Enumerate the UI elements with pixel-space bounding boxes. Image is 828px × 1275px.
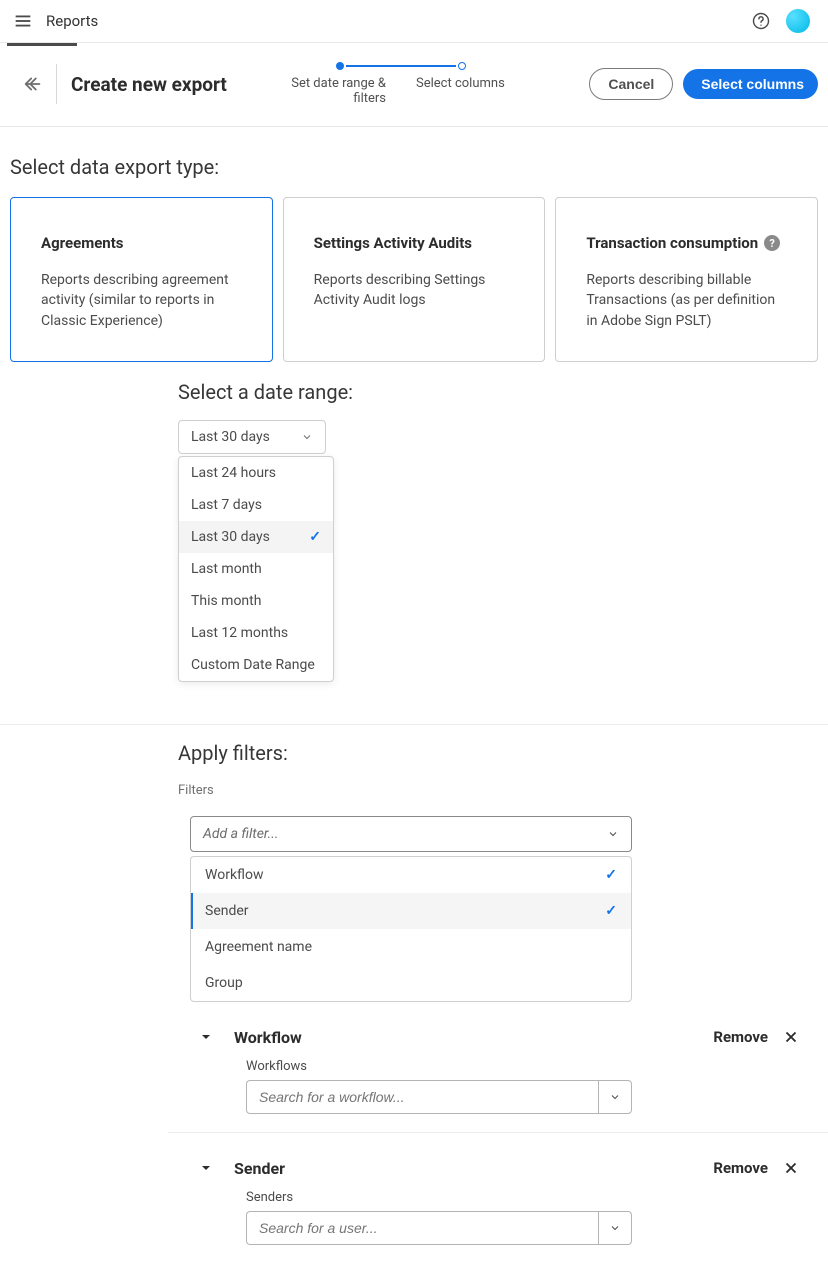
card-agreements[interactable]: Agreements Reports describing agreement … <box>10 197 273 362</box>
check-icon: ✓ <box>605 867 617 883</box>
topbar: Reports <box>0 0 828 43</box>
export-type-title: Select data export type: <box>10 155 818 179</box>
option-label: Last 24 hours <box>191 465 276 481</box>
date-option-last-7-days[interactable]: Last 7 days <box>179 489 333 521</box>
filter-name: Workflow <box>234 1028 302 1047</box>
back-arrow-icon[interactable] <box>18 69 48 99</box>
close-icon[interactable] <box>782 1028 800 1046</box>
step1-label: Set date range & filters <box>271 76 386 106</box>
date-range-title: Select a date range: <box>178 380 818 404</box>
remove-filter-button[interactable]: Remove <box>713 1159 768 1177</box>
option-label: This month <box>191 593 261 609</box>
avatar[interactable] <box>786 9 810 33</box>
workflow-search-input[interactable] <box>246 1080 598 1114</box>
divider <box>168 1132 828 1133</box>
option-label: Group <box>205 975 243 991</box>
sender-search <box>246 1211 632 1245</box>
chevron-down-icon <box>607 828 619 840</box>
filter-option-workflow[interactable]: Workflow ✓ <box>191 857 631 893</box>
help-icon[interactable] <box>750 10 772 32</box>
filter-block-workflow: Workflow Remove Workflows <box>178 1028 818 1114</box>
step-dot-active <box>336 62 344 70</box>
filter-head: Sender Remove <box>178 1159 818 1178</box>
page-header: Create new export Set date range & filte… <box>0 46 828 127</box>
header-actions: Cancel Select columns <box>589 68 818 100</box>
option-label: Last 30 days <box>191 529 270 545</box>
date-option-this-month[interactable]: This month <box>179 585 333 617</box>
add-filter-dropdown: Workflow ✓ Sender ✓ Agreement name Group <box>190 856 632 1002</box>
chevron-down-icon[interactable] <box>198 1160 214 1176</box>
content: Select data export type: Agreements Repo… <box>0 127 828 1275</box>
date-range-select[interactable]: Last 30 days <box>178 420 326 454</box>
date-option-last-month[interactable]: Last month <box>179 553 333 585</box>
date-range-dropdown: Last 24 hours Last 7 days Last 30 days✓ … <box>178 456 334 682</box>
filter-sublabel: Workflows <box>246 1059 818 1074</box>
topbar-title: Reports <box>46 12 98 30</box>
sender-search-dropdown-button[interactable] <box>598 1211 632 1245</box>
card-desc: Reports describing Settings Activity Aud… <box>314 270 515 311</box>
date-option-last-24-hours[interactable]: Last 24 hours <box>179 457 333 489</box>
cancel-button[interactable]: Cancel <box>589 68 673 100</box>
divider <box>0 724 828 725</box>
add-filter-placeholder: Add a filter... <box>203 826 278 842</box>
filter-option-agreement-name[interactable]: Agreement name <box>191 929 631 965</box>
card-settings-audits[interactable]: Settings Activity Audits Reports describ… <box>283 197 546 362</box>
step-connector <box>346 65 456 67</box>
chevron-down-icon <box>609 1091 621 1103</box>
filters-sublabel: Filters <box>178 783 818 798</box>
filter-block-sender: Sender Remove Senders <box>178 1159 818 1245</box>
page-title: Create new export <box>71 73 227 96</box>
filter-option-sender[interactable]: Sender ✓ <box>191 893 631 929</box>
filter-name: Sender <box>234 1159 285 1178</box>
workflow-search <box>246 1080 632 1114</box>
card-title: Agreements <box>41 234 242 252</box>
option-label: Last 7 days <box>191 497 262 513</box>
card-title: Transaction consumption ? <box>586 234 787 252</box>
topbar-right <box>750 9 810 33</box>
filters-section: Apply filters: Filters Add a filter... W… <box>178 741 818 1245</box>
topbar-left: Reports <box>10 8 98 34</box>
check-icon: ✓ <box>309 529 321 545</box>
option-label: Last 12 months <box>191 625 288 641</box>
export-type-cards: Agreements Reports describing agreement … <box>10 197 818 362</box>
option-label: Last month <box>191 561 262 577</box>
filter-sublabel: Senders <box>246 1190 818 1205</box>
card-transaction-consumption[interactable]: Transaction consumption ? Reports descri… <box>555 197 818 362</box>
header-divider <box>56 64 57 104</box>
card-title: Settings Activity Audits <box>314 234 515 252</box>
option-label: Sender <box>205 903 249 919</box>
filters-title: Apply filters: <box>178 741 818 765</box>
add-filter-select[interactable]: Add a filter... <box>190 816 632 852</box>
card-title-text: Transaction consumption <box>586 234 758 252</box>
filter-head: Workflow Remove <box>178 1028 818 1047</box>
date-option-custom[interactable]: Custom Date Range <box>179 649 333 681</box>
workflow-search-dropdown-button[interactable] <box>598 1080 632 1114</box>
option-label: Agreement name <box>205 939 312 955</box>
select-columns-button[interactable]: Select columns <box>683 69 818 99</box>
filter-option-group[interactable]: Group <box>191 965 631 1001</box>
chevron-down-icon <box>609 1222 621 1234</box>
close-icon[interactable] <box>782 1159 800 1177</box>
option-label: Custom Date Range <box>191 657 315 673</box>
date-range-section: Select a date range: Last 30 days Last 2… <box>178 380 818 454</box>
card-desc: Reports describing billable Transactions… <box>586 270 787 331</box>
chevron-down-icon <box>301 431 313 443</box>
info-icon[interactable]: ? <box>764 235 780 251</box>
option-label: Workflow <box>205 867 264 883</box>
date-option-last-30-days[interactable]: Last 30 days ✓ <box>179 521 333 553</box>
check-icon: ✓ <box>605 903 617 919</box>
remove-filter-button[interactable]: Remove <box>713 1028 768 1046</box>
step2-label: Select columns <box>416 76 531 106</box>
chevron-down-icon[interactable] <box>198 1029 214 1045</box>
date-option-last-12-months[interactable]: Last 12 months <box>179 617 333 649</box>
progress-stepper: Set date range & filters Select columns <box>271 62 531 106</box>
card-desc: Reports describing agreement activity (s… <box>41 270 242 331</box>
date-range-selected: Last 30 days <box>191 429 270 445</box>
sender-search-input[interactable] <box>246 1211 598 1245</box>
step-dot-next <box>458 62 466 70</box>
hamburger-menu-icon[interactable] <box>10 8 36 34</box>
